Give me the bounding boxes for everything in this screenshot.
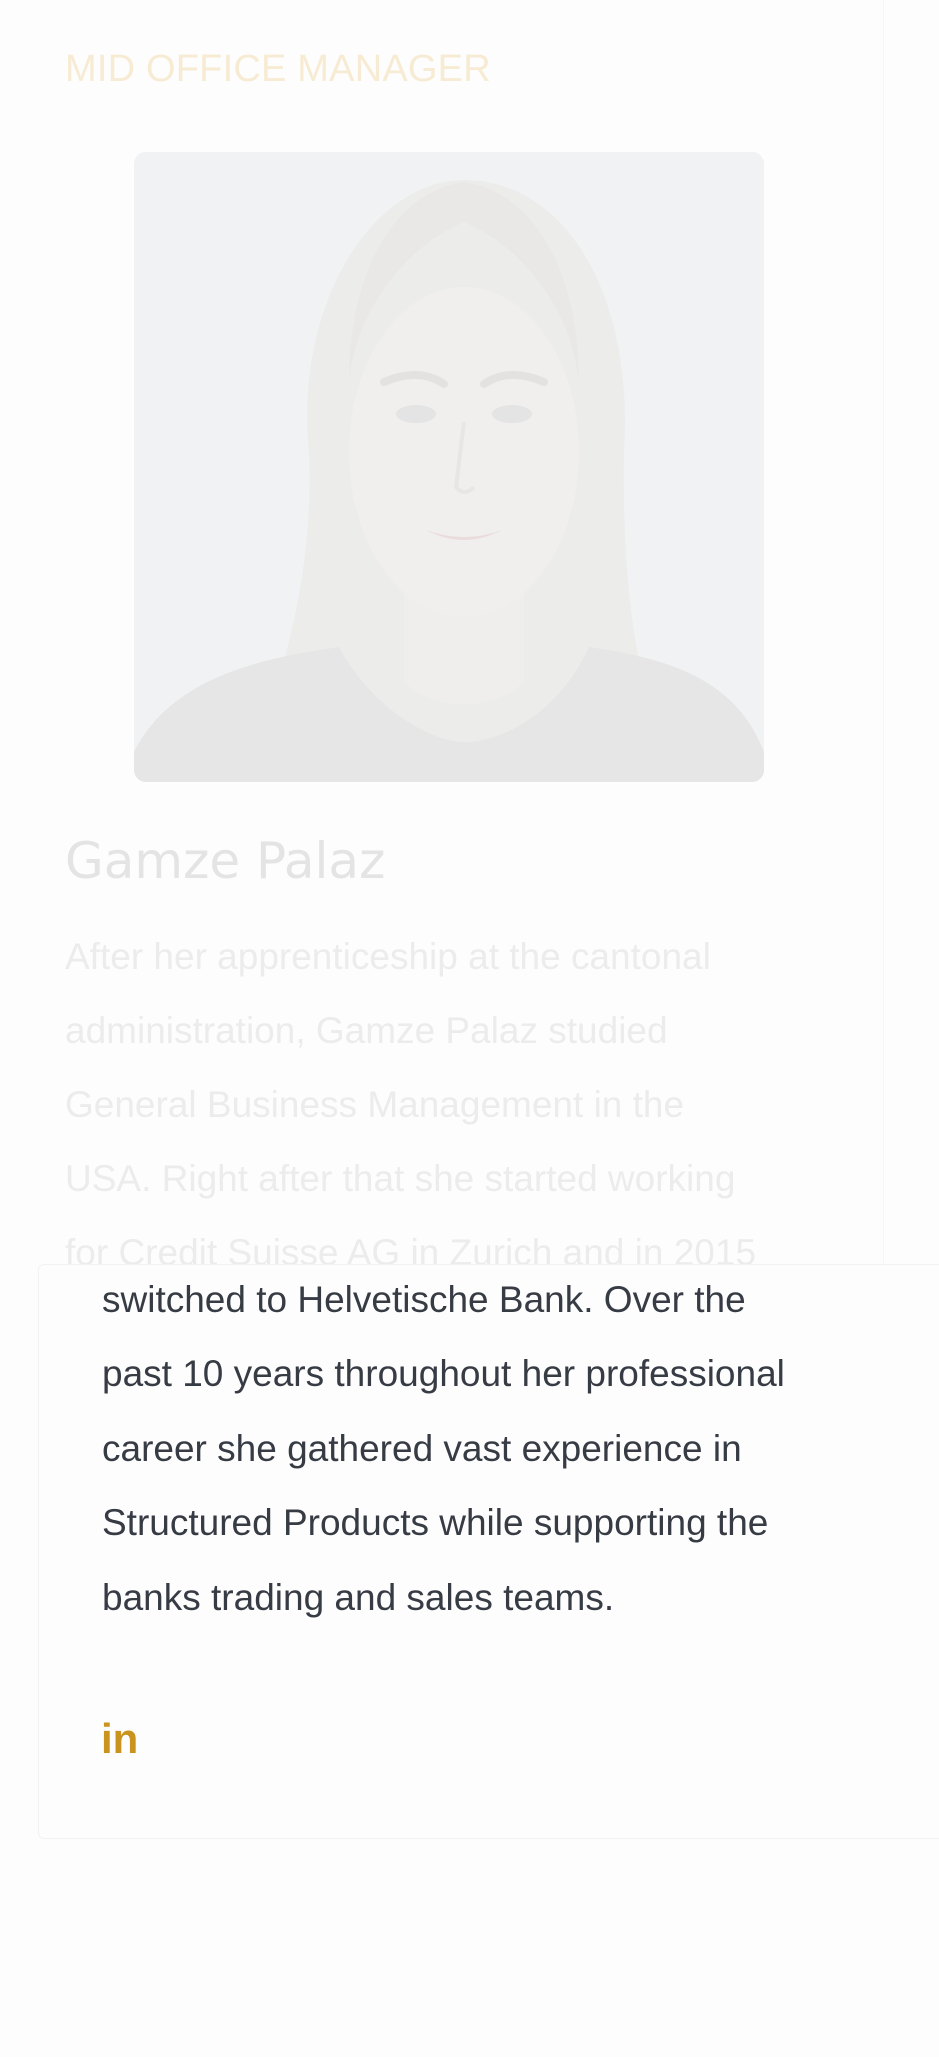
- person-name: Gamze Palaz: [65, 832, 386, 890]
- team-member-card-faded: MID OFFICE MANAGER Gamze Palaz After her…: [18, 0, 884, 1320]
- bio-text: for Credit Suisse AG in Zurich and in 20…: [102, 1265, 912, 1635]
- bio-overlay-card: for Credit Suisse AG in Zurich and in 20…: [38, 1264, 939, 1839]
- bio-line: banks trading and sales teams.: [102, 1576, 615, 1618]
- profile-photo: [134, 152, 764, 782]
- bio-text-faded: After her apprenticeship at the cantonal…: [65, 920, 865, 1290]
- linkedin-icon[interactable]: in: [101, 1715, 138, 1763]
- bio-line: Structured Products while supporting the: [102, 1502, 769, 1543]
- bio-line: After her apprenticeship at the cantonal: [65, 936, 711, 977]
- bio-line: administration, Gamze Palaz studied: [65, 1010, 668, 1051]
- background-page: MID OFFICE MANAGER Gamze Palaz After her…: [0, 0, 939, 1320]
- bio-line: career she gathered vast experience in: [102, 1427, 742, 1469]
- bio-line: General Business Management in the: [65, 1084, 685, 1125]
- role-title: MID OFFICE MANAGER: [65, 48, 491, 90]
- bio-line: switched to Helvetische Bank. Over the: [102, 1278, 746, 1320]
- bio-line: past 10 years throughout her professiona…: [102, 1353, 785, 1394]
- bio-line: USA. Right after that she started workin…: [65, 1158, 736, 1199]
